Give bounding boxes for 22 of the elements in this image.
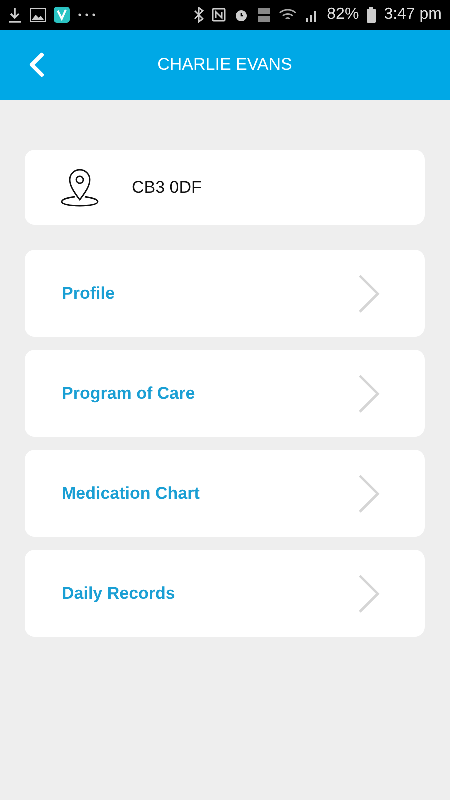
bluetooth-icon	[194, 7, 204, 23]
battery-icon	[367, 7, 376, 23]
chevron-icon	[358, 274, 380, 314]
postcode: CB3 0DF	[132, 178, 202, 198]
download-icon	[8, 7, 22, 23]
menu-item[interactable]: Program of Care	[25, 350, 425, 437]
chevron-icon	[358, 574, 380, 614]
chevron-icon	[358, 374, 380, 414]
chevron-icon	[358, 474, 380, 514]
menu-item[interactable]: Daily Records	[25, 550, 425, 637]
nfc-icon	[212, 8, 226, 22]
more-icon	[78, 13, 96, 17]
image-icon	[30, 8, 46, 22]
wifi-icon	[279, 8, 298, 22]
header-title: CHARLIE EVANS	[158, 55, 292, 74]
menu-item[interactable]: Profile	[25, 250, 425, 337]
location-pin-icon	[61, 168, 99, 206]
clock-time: 3:47 pm	[384, 6, 442, 24]
alarm-icon	[234, 8, 250, 22]
battery-percentage: 82%	[327, 6, 360, 24]
menu-item[interactable]: Medication Chart	[25, 450, 425, 537]
app-icon	[54, 7, 70, 23]
